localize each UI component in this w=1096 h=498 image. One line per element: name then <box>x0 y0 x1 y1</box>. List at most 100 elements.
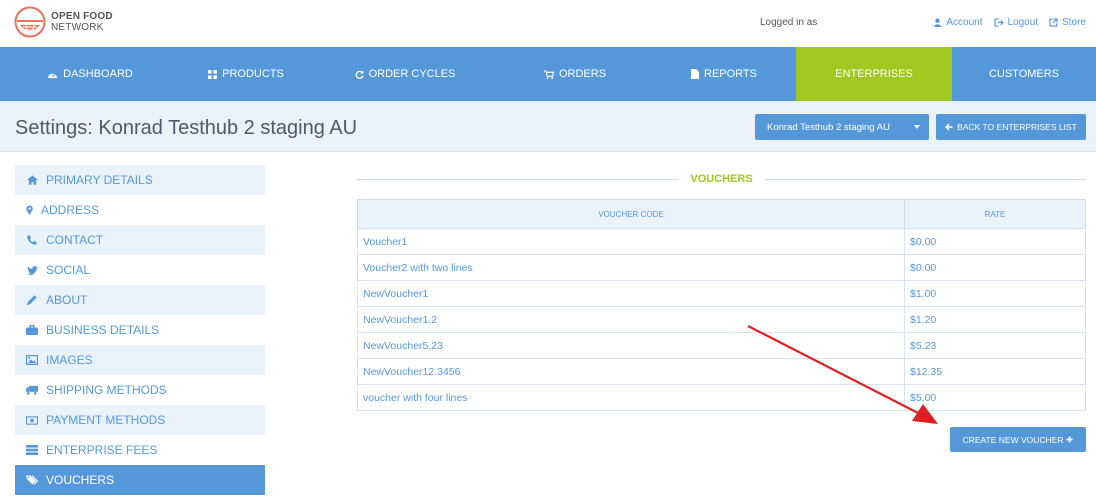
sidebar-item-label: PAYMENT METHODS <box>46 413 166 427</box>
nav-order-cycles[interactable]: ORDER CYCLES <box>312 47 498 101</box>
account-link-label: Account <box>946 17 983 28</box>
voucher-code-cell: NewVoucher1 <box>357 280 905 307</box>
nav-customers-label: CUSTOMERS <box>988 68 1060 80</box>
home-icon <box>26 175 38 185</box>
sidebar-item-label: BUSINESS DETAILS <box>46 323 160 337</box>
table-row[interactable]: Voucher2 with two lines $0.00 <box>357 254 1086 281</box>
sidebar-item-label: SHIPPING METHODS <box>46 383 167 397</box>
annotation-arrow <box>747 325 938 424</box>
tags-icon <box>26 475 38 485</box>
title-bar: Settings: Konrad Testhub 2 staging AU Ko… <box>0 101 1096 152</box>
page-title: Settings: Konrad Testhub 2 staging AU <box>15 117 358 139</box>
voucher-rate-cell: $1.00 <box>904 280 1086 307</box>
nav-products-label: PRODUCTS <box>222 68 284 80</box>
twitter-icon <box>26 265 38 275</box>
refresh-icon <box>355 69 364 79</box>
create-voucher-label: CREATE NEW VOUCHER <box>962 434 1064 445</box>
nav-dashboard[interactable]: DASHBOARD <box>0 47 180 101</box>
sidebar-item-images[interactable]: IMAGES <box>15 345 265 375</box>
fees-icon <box>26 445 38 455</box>
account-link[interactable]: Account <box>933 17 983 28</box>
pencil-icon <box>27 295 37 305</box>
logout-icon <box>993 18 1004 27</box>
vouchers-table: VOUCHER CODE RATE Voucher1 $0.00 Voucher2… <box>357 199 1086 411</box>
logout-link[interactable]: Logout <box>993 17 1039 28</box>
grid-icon <box>208 69 218 79</box>
sidebar-item-contact[interactable]: CONTACT <box>15 225 265 255</box>
voucher-code-cell: Voucher1 <box>357 228 905 255</box>
sidebar-item-primary-details[interactable]: PRIMARY DETAILS <box>15 165 265 195</box>
section-title: VOUCHERS <box>690 173 753 185</box>
cart-icon <box>544 69 554 79</box>
enterprise-select[interactable]: Konrad Testhub 2 staging AU <box>755 114 929 140</box>
sidebar-item-label: VOUCHERS <box>46 473 115 487</box>
back-to-enterprises-button[interactable]: BACK TO ENTERPRISES LIST <box>936 114 1086 140</box>
sidebar-item-label: ADDRESS <box>41 203 100 217</box>
table-row[interactable]: NewVoucher5.23 $5.23 <box>357 332 1086 359</box>
logo[interactable]: OPEN FOOD NETWORK <box>14 6 113 38</box>
vouchers-section-header: VOUCHERS <box>357 170 1086 188</box>
top-bar: OPEN FOOD NETWORK Logged in as Account L… <box>0 0 1096 47</box>
nav-orders[interactable]: ORDERS <box>498 47 652 101</box>
nav-enterprises-label: ENTERPRISES <box>835 68 913 80</box>
nav-orders-label: ORDERS <box>558 68 607 80</box>
store-link[interactable]: Store <box>1049 17 1086 28</box>
sidebar-item-label: ABOUT <box>46 293 88 307</box>
settings-sidebar: PRIMARY DETAILS ADDRESS CONTACT SOCIAL A… <box>15 165 265 495</box>
file-icon <box>691 69 699 79</box>
sidebar-item-social[interactable]: SOCIAL <box>15 255 265 285</box>
sidebar-item-about[interactable]: ABOUT <box>15 285 265 315</box>
logout-link-label: Logout <box>1007 17 1039 28</box>
arrow-left-icon <box>945 123 953 131</box>
logged-in-text: Logged in as <box>760 17 818 28</box>
nav-reports[interactable]: REPORTS <box>652 47 796 101</box>
sidebar-item-label: IMAGES <box>46 353 93 367</box>
sidebar-item-address[interactable]: ADDRESS <box>15 195 265 225</box>
logo-line2: NETWORK <box>51 22 104 33</box>
column-header-rate: RATE <box>904 199 1086 229</box>
sidebar-item-business-details[interactable]: BUSINESS DETAILS <box>15 315 265 345</box>
table-row[interactable]: NewVoucher12.3456 $12.35 <box>357 358 1086 385</box>
sidebar-item-label: ENTERPRISE FEES <box>46 443 158 457</box>
nav-enterprises[interactable]: ENTERPRISES <box>796 47 952 108</box>
picture-icon <box>26 355 38 365</box>
dashboard-icon <box>48 72 58 78</box>
sidebar-item-shipping-methods[interactable]: SHIPPING METHODS <box>15 375 265 405</box>
logo-text: OPEN FOOD NETWORK <box>51 11 113 33</box>
create-new-voucher-button[interactable]: CREATE NEW VOUCHER <box>950 427 1086 452</box>
chevron-down-icon <box>914 125 920 129</box>
sidebar-item-label: CONTACT <box>46 233 104 247</box>
sidebar-item-payment-methods[interactable]: PAYMENT METHODS <box>15 405 265 435</box>
briefcase-icon <box>26 325 38 335</box>
nav-products[interactable]: PRODUCTS <box>180 47 312 101</box>
store-link-label: Store <box>1062 17 1086 28</box>
table-row[interactable]: Voucher1 $0.00 <box>357 228 1086 255</box>
table-row[interactable]: NewVoucher1.2 $1.20 <box>357 306 1086 333</box>
nav-dashboard-label: DASHBOARD <box>63 68 133 80</box>
main-nav: DASHBOARD PRODUCTS ORDER CYCLES ORDERS R… <box>0 47 1096 108</box>
nav-customers[interactable]: CUSTOMERS <box>952 47 1096 101</box>
table-row[interactable]: NewVoucher1 $1.00 <box>357 280 1086 307</box>
sidebar-item-enterprise-fees[interactable]: ENTERPRISE FEES <box>15 435 265 465</box>
phone-icon <box>27 235 37 245</box>
sidebar-item-vouchers[interactable]: VOUCHERS <box>15 465 265 495</box>
sidebar-item-label: SOCIAL <box>46 263 91 277</box>
logo-line1: OPEN FOOD <box>51 11 113 22</box>
logo-icon <box>14 6 46 38</box>
column-header-voucher-code: VOUCHER CODE <box>357 199 905 229</box>
external-link-icon <box>1049 18 1058 27</box>
voucher-rate-cell: $0.00 <box>904 254 1086 281</box>
table-row[interactable]: voucher with four lines $5.00 <box>357 384 1086 411</box>
map-marker-icon <box>26 205 33 215</box>
truck-icon <box>26 385 38 395</box>
enterprise-select-value: Konrad Testhub 2 staging AU <box>767 121 890 133</box>
money-icon <box>26 415 38 425</box>
nav-order-cycles-label: ORDER CYCLES <box>368 68 456 80</box>
sidebar-item-label: PRIMARY DETAILS <box>46 173 153 187</box>
top-links: Account Logout Store <box>933 17 1086 28</box>
voucher-code-cell: Voucher2 with two lines <box>357 254 905 281</box>
nav-reports-label: REPORTS <box>704 68 757 80</box>
plus-icon <box>1066 436 1074 443</box>
voucher-rate-cell: $0.00 <box>904 228 1086 255</box>
back-button-label: BACK TO ENTERPRISES LIST <box>957 122 1077 132</box>
